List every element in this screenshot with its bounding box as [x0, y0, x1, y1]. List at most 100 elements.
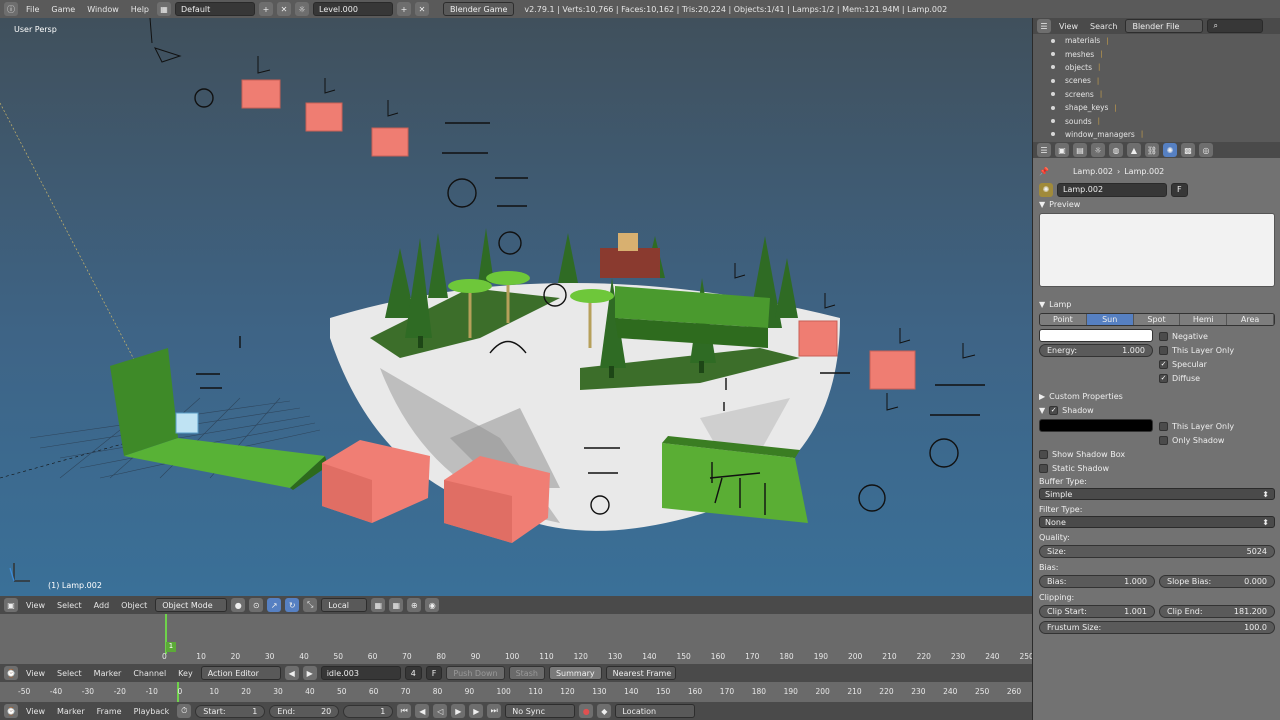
- lamp-type-point[interactable]: Point: [1040, 314, 1087, 325]
- vp-menu-select[interactable]: Select: [53, 601, 86, 610]
- tab-object-icon[interactable]: ▲: [1127, 143, 1141, 157]
- outliner-menu-search[interactable]: Search: [1086, 22, 1121, 31]
- outliner-item-shape-keys[interactable]: shape_keys |: [1033, 101, 1280, 114]
- filter-type-dropdown[interactable]: None ⬍: [1039, 516, 1275, 528]
- record-icon[interactable]: ●: [579, 704, 594, 718]
- tl-menu-frame[interactable]: Frame: [93, 707, 126, 716]
- outliner-search-input[interactable]: ⌕: [1207, 19, 1264, 33]
- shadow-check-static-shadow[interactable]: Static Shadow: [1039, 461, 1275, 475]
- lamp-fake-user[interactable]: F: [1171, 182, 1188, 197]
- manipulator-scale-icon[interactable]: ⤡: [303, 598, 318, 612]
- ae-menu-select[interactable]: Select: [53, 669, 86, 678]
- screen-layout-icon[interactable]: ▦: [157, 2, 172, 16]
- scene-field[interactable]: Level.000: [313, 2, 394, 16]
- add-scene-icon[interactable]: +: [397, 2, 412, 16]
- prev-key-icon[interactable]: ◀: [415, 704, 430, 718]
- lamp-datablock-icon[interactable]: ✺: [1039, 182, 1053, 197]
- checkbox[interactable]: [1159, 435, 1168, 445]
- tab-scene-icon[interactable]: ☼: [1091, 143, 1105, 157]
- tab-physics-icon[interactable]: ◎: [1199, 143, 1213, 157]
- menu-help[interactable]: Help: [127, 5, 153, 14]
- remove-layout-icon[interactable]: ✕: [277, 2, 292, 16]
- tl-editor-icon[interactable]: ⌚: [4, 704, 18, 718]
- outliner-menu-view[interactable]: View: [1055, 22, 1082, 31]
- keying-icon[interactable]: ◆: [597, 704, 612, 718]
- start-frame-field[interactable]: Start: 1: [195, 704, 266, 718]
- ae-mode-dropdown[interactable]: Action Editor: [200, 666, 281, 680]
- ae-menu-view[interactable]: View: [22, 669, 49, 678]
- checkbox[interactable]: [1039, 449, 1048, 459]
- shadow-size-field[interactable]: Size: 5024: [1039, 545, 1275, 558]
- ae-menu-marker[interactable]: Marker: [90, 669, 126, 678]
- shadow-color-swatch[interactable]: [1039, 419, 1153, 432]
- menu-file[interactable]: File: [22, 5, 43, 14]
- sync-dropdown[interactable]: No Sync: [505, 704, 576, 718]
- shadow-check-this-layer-only[interactable]: This Layer Only: [1159, 419, 1275, 433]
- preview-header[interactable]: ▼ Preview: [1039, 197, 1275, 211]
- custom-properties-header[interactable]: ▶ Custom Properties: [1039, 389, 1275, 403]
- jump-end-icon[interactable]: ⏭: [487, 704, 502, 718]
- vp-menu-view[interactable]: View: [22, 601, 49, 610]
- lamp-check-this-layer-only[interactable]: This Layer Only: [1159, 343, 1275, 357]
- ae-editor-icon[interactable]: ⌚: [4, 666, 18, 680]
- snap-icon[interactable]: ⊕: [407, 598, 422, 612]
- ae-menu-channel[interactable]: Channel: [129, 669, 170, 678]
- vp-menu-add[interactable]: Add: [90, 601, 114, 610]
- ae-fake-user[interactable]: F: [425, 666, 443, 680]
- 3d-viewport[interactable]: User Persp (1) Lamp.002: [0, 18, 1032, 596]
- outliner[interactable]: ☰ View Search Blender File ⌕ materials | m…: [1033, 18, 1280, 142]
- manipulator-translate-icon[interactable]: ↗: [267, 598, 282, 612]
- scene-icon[interactable]: ☼: [295, 2, 310, 16]
- vp-menu-object[interactable]: Object: [117, 601, 151, 610]
- current-frame-field[interactable]: 1: [343, 704, 394, 718]
- checkbox[interactable]: [1159, 421, 1168, 431]
- clip-end-field[interactable]: Clip End: 181.200: [1159, 605, 1275, 618]
- jump-start-icon[interactable]: ⏮: [397, 704, 412, 718]
- outliner-display-dropdown[interactable]: Blender File: [1125, 19, 1204, 33]
- play-icon[interactable]: ▶: [451, 704, 466, 718]
- lamp-check-negative[interactable]: Negative: [1159, 329, 1275, 343]
- tl-menu-view[interactable]: View: [22, 707, 49, 716]
- render-icon[interactable]: ◉: [425, 598, 440, 612]
- next-key-icon[interactable]: ▶: [469, 704, 484, 718]
- tab-lamp-icon[interactable]: ✺: [1163, 143, 1177, 157]
- tl-menu-playback[interactable]: Playback: [130, 707, 174, 716]
- dopesheet-area[interactable]: 1 0 10 20 30 40 50 60 70 80 90 100 110 120 130 140 150 1…: [0, 614, 1034, 664]
- checkbox[interactable]: [1039, 463, 1048, 473]
- orientation-dropdown[interactable]: Local: [321, 598, 368, 612]
- lamp-color-swatch[interactable]: [1039, 329, 1153, 342]
- buffer-type-dropdown[interactable]: Simple ⬍: [1039, 488, 1275, 500]
- outliner-item-meshes[interactable]: meshes |: [1033, 47, 1280, 60]
- clip-start-field[interactable]: Clip Start: 1.001: [1039, 605, 1155, 618]
- outliner-editor-icon[interactable]: ☰: [1037, 19, 1051, 33]
- lamp-check-diffuse[interactable]: ✓ Diffuse: [1159, 371, 1275, 385]
- bias-field[interactable]: Bias: 1.000: [1039, 575, 1155, 588]
- layers2-icon[interactable]: ▦: [389, 598, 404, 612]
- slope-bias-field[interactable]: Slope Bias: 0.000: [1159, 575, 1275, 588]
- end-frame-field[interactable]: End: 20: [269, 704, 340, 718]
- shadow-enable-checkbox[interactable]: ✓: [1049, 405, 1059, 415]
- outliner-item-materials[interactable]: materials |: [1033, 34, 1280, 47]
- screen-layout-field[interactable]: Default: [175, 2, 256, 16]
- tl-menu-marker[interactable]: Marker: [53, 707, 89, 716]
- pin-icon[interactable]: 📌: [1039, 167, 1049, 176]
- remove-scene-icon[interactable]: ✕: [415, 2, 430, 16]
- manipulator-rotate-icon[interactable]: ↻: [285, 598, 300, 612]
- editor-type-icon[interactable]: ▣: [4, 598, 18, 612]
- checkbox[interactable]: ✓: [1159, 373, 1168, 383]
- info-editor-icon[interactable]: ⓘ: [4, 2, 18, 16]
- stash-button[interactable]: Stash: [508, 666, 545, 680]
- shadow-header[interactable]: ▼ ✓ Shadow: [1039, 403, 1275, 417]
- ae-arrow-icon[interactable]: ◀: [284, 666, 299, 680]
- checkbox[interactable]: [1159, 331, 1168, 341]
- add-layout-icon[interactable]: +: [259, 2, 274, 16]
- ae-action-icon[interactable]: ▶: [302, 666, 317, 680]
- energy-field[interactable]: Energy: 1.000: [1039, 344, 1153, 357]
- tab-render-icon[interactable]: ▣: [1055, 143, 1069, 157]
- checkbox[interactable]: [1159, 345, 1168, 355]
- play-reverse-icon[interactable]: ◁: [433, 704, 448, 718]
- lamp-type-sun[interactable]: Sun: [1086, 314, 1134, 325]
- outliner-item-objects[interactable]: objects |: [1033, 61, 1280, 74]
- push-down-button[interactable]: Push Down: [446, 666, 505, 680]
- ae-action-field[interactable]: idle.003: [320, 666, 401, 680]
